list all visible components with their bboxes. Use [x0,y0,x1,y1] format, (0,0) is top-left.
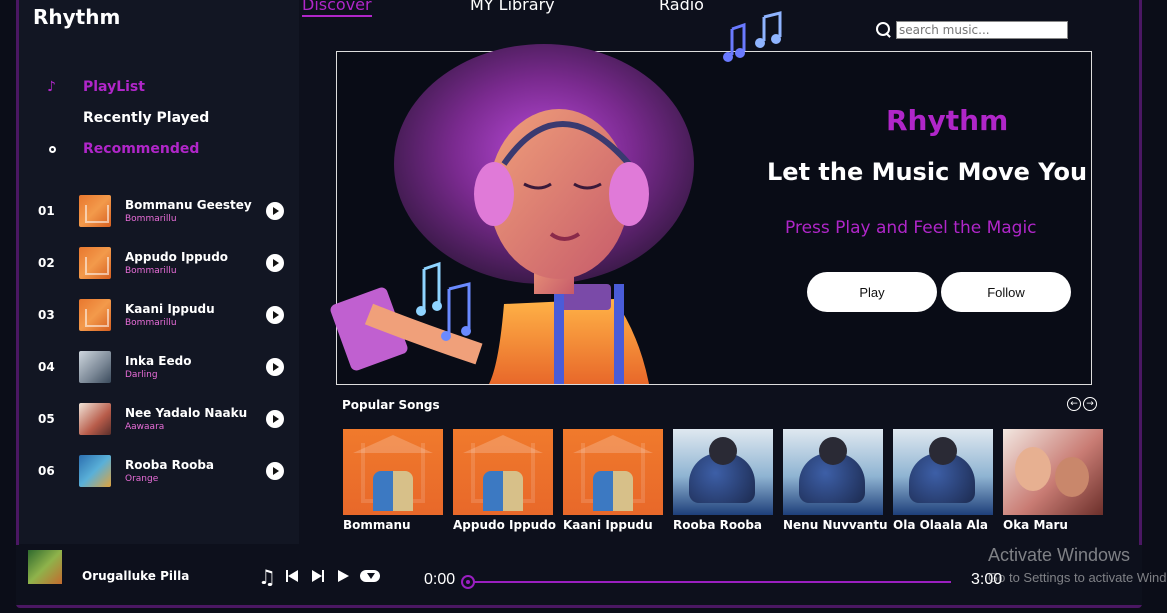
play-icon[interactable] [266,254,284,272]
sidebar: Rhythm ♪ PlayList Recently Played Recomm… [19,0,299,544]
sidebar-item-label: Recommended [83,140,200,157]
sidebar-item-recommended[interactable]: Recommended [47,133,209,164]
song-card[interactable]: Ola Olaala Ala [893,429,993,532]
sidebar-item-recently-played[interactable]: Recently Played [47,102,209,133]
card-title: Kaani Ippudu [563,518,653,532]
girl-with-headphones-illustration [330,44,694,384]
play-icon[interactable] [266,202,284,220]
arrow-right-icon[interactable]: → [1083,397,1097,411]
carousel-arrows: ← → [1067,397,1097,411]
album-art [673,429,773,515]
previous-button[interactable] [286,567,298,587]
sidebar-item-label: Recently Played [83,109,210,126]
right-edge [1142,0,1167,613]
download-button[interactable] [360,567,380,587]
tab-radio[interactable]: Radio [659,0,704,14]
song-thumbnail [79,195,111,227]
popular-songs-title: Popular Songs [342,398,440,412]
player-bar: Orugalluke Pilla ♫ 0:00 3:00 [16,545,1142,605]
arrow-left-icon[interactable]: ← [1067,397,1081,411]
song-row[interactable]: 06 Rooba Rooba Orange [19,445,299,497]
sidebar-item-label: PlayList [83,78,145,95]
search-bar [876,21,1068,39]
app-frame: Rhythm ♪ PlayList Recently Played Recomm… [16,0,1142,608]
tab-my-library[interactable]: MY Library [470,0,555,14]
cloud-download-icon [360,570,380,582]
song-thumbnail [79,455,111,487]
skip-back-icon [286,570,298,582]
album-art [1003,429,1103,515]
music-note-icon[interactable]: ♫ [258,565,276,589]
next-button[interactable] [312,567,324,587]
hero-title: Let the Music Move You [767,158,1088,186]
album-art [783,429,883,515]
song-number: 06 [38,464,55,478]
album-art [453,429,553,515]
song-row[interactable]: 05 Nee Yadalo Naaku Aawaara [19,393,299,445]
sidebar-menu: ♪ PlayList Recently Played Recommended [47,71,209,164]
song-card[interactable]: Oka Maru [1003,429,1103,532]
windows-activation-watermark: Activate Windows Go to Settings to activ… [988,545,1167,585]
left-edge [0,0,16,613]
progress-knob[interactable] [461,575,475,589]
search-input[interactable] [896,21,1068,39]
song-row[interactable]: 03 Kaani Ippudu Bommarillu [19,289,299,341]
play-icon[interactable] [266,358,284,376]
music-note-icon: ♪ [47,78,56,95]
song-number: 04 [38,360,55,374]
song-thumbnail [79,351,111,383]
hero-brand: Rhythm [886,104,1009,137]
song-row[interactable]: 01 Bommanu Geestey Bommarillu [19,185,299,237]
song-number: 01 [38,204,55,218]
popular-songs-carousel: Bommanu Appudo Ippudo Kaani Ippudu Rooba… [343,429,1103,532]
watermark-line1: Activate Windows [988,545,1131,565]
hero-banner: Rhythm Let the Music Move You Press Play… [330,44,1092,385]
album-art [343,429,443,515]
song-card[interactable]: Nenu Nuvvantu [783,429,888,532]
now-playing-thumbnail [28,550,62,584]
card-title: Appudo Ippudo [453,518,557,532]
brand-logo: Rhythm [33,5,121,29]
follow-button[interactable]: Follow [941,272,1071,312]
play-icon[interactable] [266,306,284,324]
song-row[interactable]: 04 Inka Eedo Darling [19,341,299,393]
play-icon[interactable] [266,462,284,480]
song-card[interactable]: Rooba Rooba [673,429,773,532]
search-icon[interactable] [876,22,892,38]
skip-forward-icon [312,570,324,582]
card-title: Oka Maru [1003,518,1068,532]
song-card[interactable]: Appudo Ippudo [453,429,557,532]
now-playing-title: Orugalluke Pilla [82,569,190,583]
play-icon[interactable] [266,410,284,428]
current-time: 0:00 [424,571,456,588]
sidebar-item-playlist[interactable]: ♪ PlayList [47,71,209,102]
album-art [893,429,993,515]
song-card[interactable]: Kaani Ippudu [563,429,663,532]
card-title: Ola Olaala Ala [893,518,988,532]
hero-subtitle: Press Play and Feel the Magic [785,218,1037,238]
play-button[interactable] [338,567,349,587]
song-thumbnail [79,247,111,279]
album-art [563,429,663,515]
song-row[interactable]: 02 Appudo Ippudo Bommarillu [19,237,299,289]
play-button[interactable]: Play [807,272,937,312]
play-icon [338,570,349,582]
progress-bar[interactable] [461,575,951,589]
song-number: 02 [38,256,55,270]
watermark-line2: Go to Settings to activate Windows. [988,570,1167,585]
song-number: 05 [38,412,55,426]
song-list: 01 Bommanu Geestey Bommarillu 02 Appudo … [19,185,299,497]
card-title: Bommanu [343,518,411,532]
tab-discover[interactable]: Discover [302,0,372,17]
song-card[interactable]: Bommanu [343,429,443,532]
card-title: Nenu Nuvvantu [783,518,888,532]
music-notes-icon [723,11,782,62]
circle-icon [49,145,56,153]
song-thumbnail [79,403,111,435]
song-number: 03 [38,308,55,322]
card-title: Rooba Rooba [673,518,763,532]
song-thumbnail [79,299,111,331]
